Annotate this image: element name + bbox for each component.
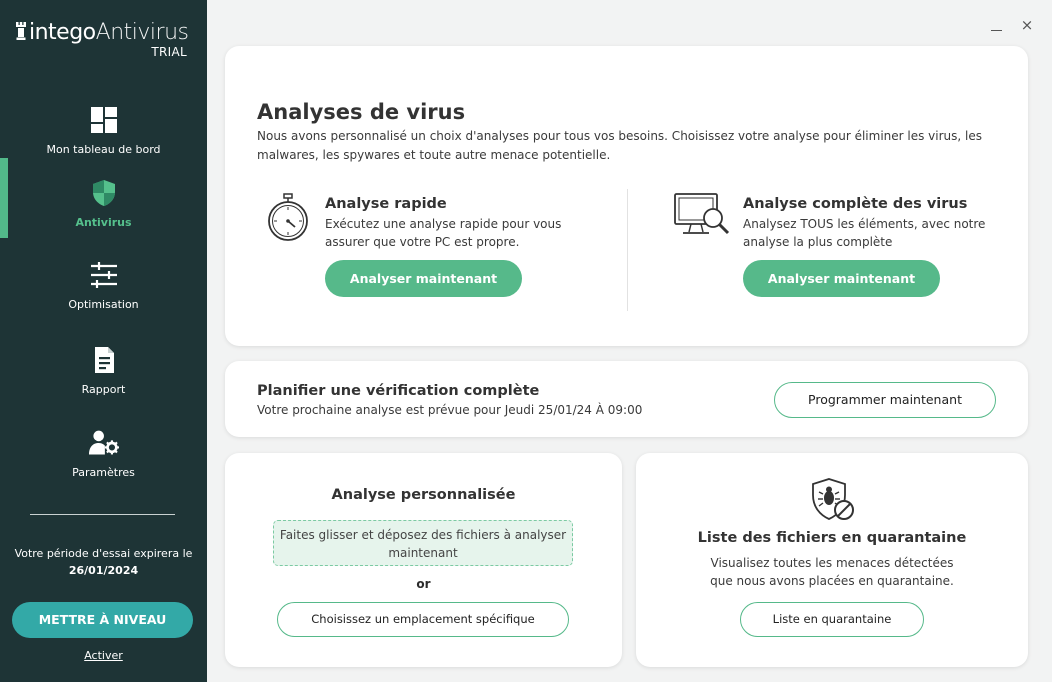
quick-scan-description: Exécutez une analyse rapide pour vous as… [325,217,562,249]
quarantine-description: Visualisez toutes les menaces détectées … [636,554,1028,590]
custom-scan-title: Analyse personnalisée [331,487,516,503]
user-settings-icon [88,430,119,455]
brand-wordmark: integoAntivirus [16,20,189,45]
brand-product: Antivirus [95,20,189,45]
activate-link[interactable]: Activer [0,649,207,662]
page-title: Analyses de virus [257,100,466,124]
dashboard-icon [90,107,117,133]
quick-scan-button[interactable]: Analyser maintenant [325,260,522,297]
sidebar-item-label: Optimisation [68,298,139,311]
page-description: Nous avons personnalisé un choix d'analy… [257,129,982,162]
full-scan-title: Analyse complète des virus [743,196,968,212]
sliders-icon [90,262,117,288]
sidebar-item-optimisation[interactable]: Optimisation [0,260,207,311]
sidebar-item-label: Rapport [81,383,126,396]
computer-magnifier-icon [674,193,730,235]
custom-scan-card: Analyse personnalisée Faites glisser et … [225,453,622,667]
sidebar-item-parametres[interactable]: Paramètres [0,428,207,479]
sidebar-item-label: Antivirus [75,216,132,229]
trial-expiry-text: Votre période d'essai expirera le [14,547,193,560]
quick-scan-title: Analyse rapide [325,196,447,212]
sidebar-item-label: Paramètres [72,466,135,479]
edition-label: TRIAL [151,45,187,59]
stopwatch-icon [268,193,308,241]
schedule-card: Planifier une vérification complète Votr… [225,361,1028,437]
rook-icon [16,22,26,40]
schedule-title: Planifier une vérification complète [257,383,540,399]
sidebar-item-rapport[interactable]: Rapport [0,345,207,396]
virus-scans-card: Analyses de virus Nous avons personnalis… [225,46,1028,346]
sidebar-item-antivirus[interactable]: Antivirus [0,178,207,229]
report-icon [94,347,114,373]
file-drop-zone[interactable]: Faites glisser et déposez des fichiers à… [273,520,573,566]
full-scan-description: Analysez TOUS les éléments, avec notre a… [743,217,986,249]
shield-icon [92,180,115,206]
quarantine-description-text: Visualisez toutes les menaces détectées … [710,556,954,588]
scan-divider [627,189,628,311]
close-icon[interactable]: × [1020,17,1034,33]
app-logo: integoAntivirus TRIAL [16,20,191,64]
brand-name: intego [29,20,96,45]
quarantine-list-button[interactable]: Liste en quarantaine [740,602,924,637]
or-separator: or [416,577,431,591]
schedule-button[interactable]: Programmer maintenant [774,382,996,418]
choose-location-button[interactable]: Choisissez un emplacement spécifique [277,602,569,637]
sidebar-item-label: Mon tableau de bord [46,143,161,156]
trial-expiry-notice: Votre période d'essai expirera le 26/01/… [0,545,207,579]
trial-expiry-date: 26/01/2024 [68,564,139,577]
quarantine-shield-icon [812,478,854,520]
sidebar: integoAntivirus TRIAL Mon tableau de bor… [0,0,207,682]
sidebar-divider [30,514,175,515]
schedule-subtitle: Votre prochaine analyse est prévue pour … [257,403,643,417]
full-scan-button[interactable]: Analyser maintenant [743,260,940,297]
sidebar-item-dashboard[interactable]: Mon tableau de bord [0,105,207,156]
minimize-icon[interactable] [990,20,1004,32]
quarantine-title: Liste des fichiers en quarantaine [697,530,967,546]
upgrade-button[interactable]: METTRE À NIVEAU [12,602,193,638]
quarantine-card: Liste des fichiers en quarantaine Visual… [636,453,1028,667]
